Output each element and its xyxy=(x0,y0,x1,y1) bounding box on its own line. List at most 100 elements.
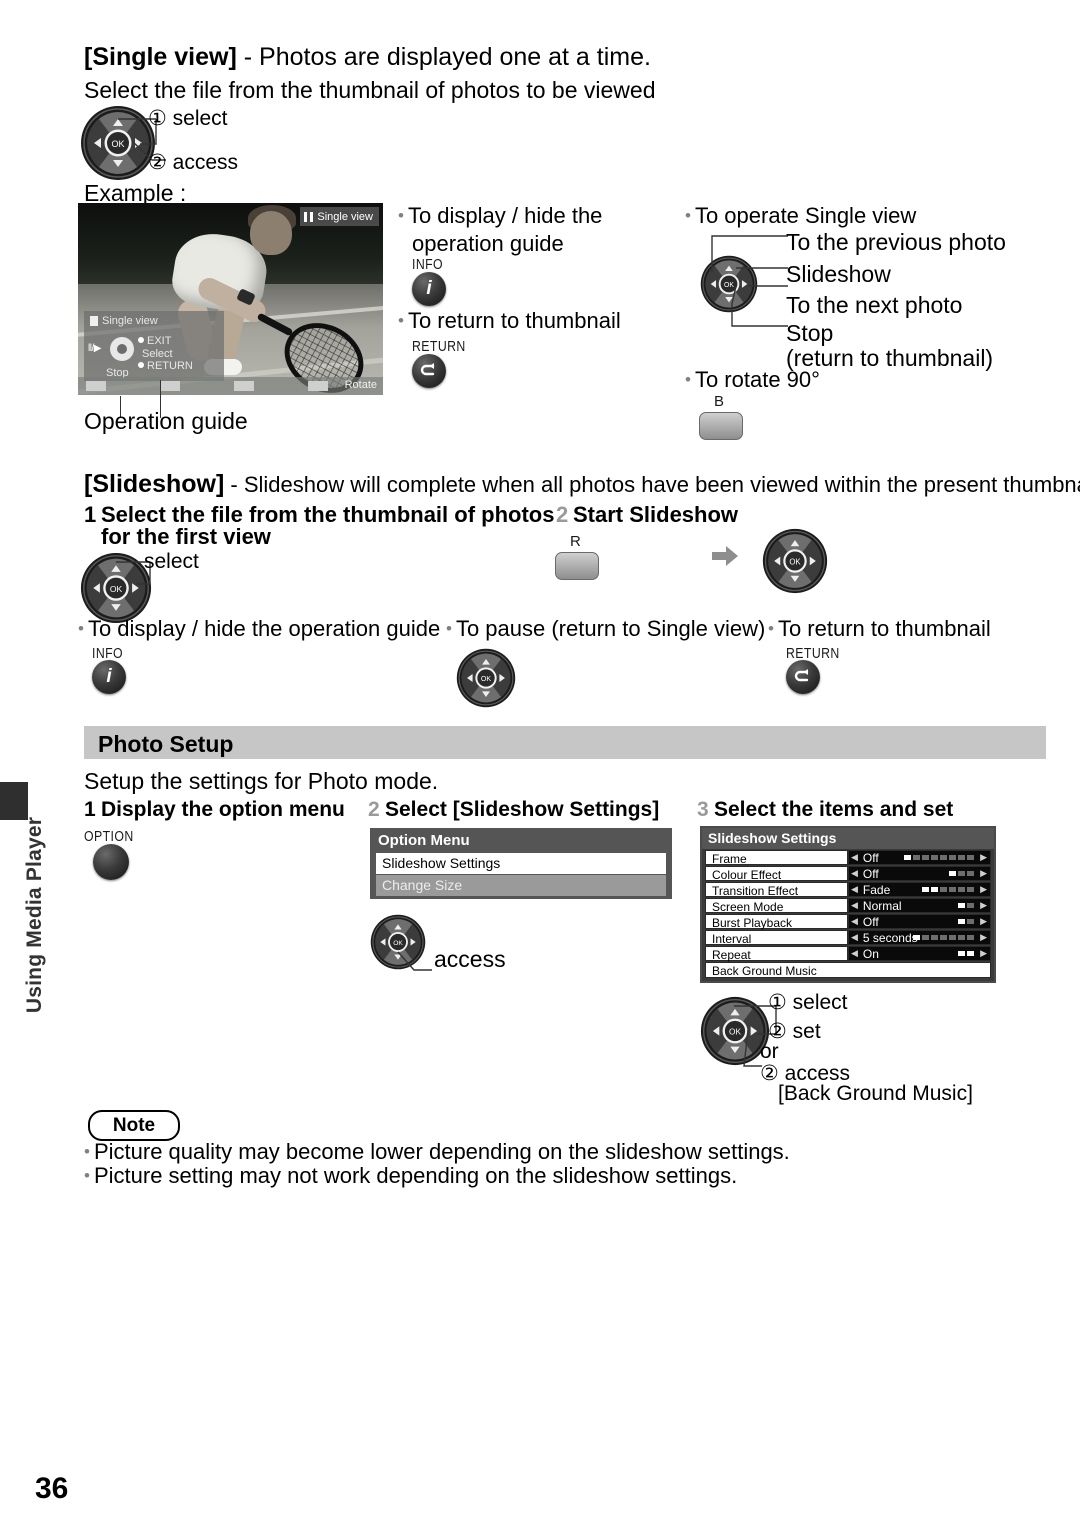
note-item-1-text: Picture quality may become lower dependi… xyxy=(93,1139,790,1164)
slideshow-settings-value-cell[interactable]: ◀ Off ▶ xyxy=(848,866,991,881)
info-button-2[interactable]: i xyxy=(92,660,126,694)
option-menu-title: Option Menu xyxy=(378,832,470,849)
chevron-left-icon[interactable]: ◀ xyxy=(849,884,860,895)
chevron-right-icon[interactable]: ▶ xyxy=(978,947,989,960)
slideshow-settings-label: Colour Effect xyxy=(705,866,848,882)
level-segment xyxy=(967,887,974,892)
chevron-left-icon[interactable]: ◀ xyxy=(849,916,860,927)
slideshow-settings-row[interactable]: Colour Effect ◀ Off ▶ xyxy=(705,866,991,882)
osd-exit-label: EXIT xyxy=(138,335,171,347)
slideshow-settings-value: Off xyxy=(862,850,879,865)
slideshow-settings-value-cell[interactable]: ◀ Off ▶ xyxy=(848,850,991,865)
photo-setup-step3-label: Select the items and set xyxy=(714,798,954,821)
slideshow-settings-row[interactable]: Repeat ◀ On ▶ xyxy=(705,946,991,962)
slideshow-step1-line2: for the first view xyxy=(101,524,271,549)
chevron-left-icon[interactable]: ◀ xyxy=(849,868,860,879)
bullet-slideshow-pause: To pause (return to Single view) xyxy=(446,616,765,642)
osd-guide-title: Single view xyxy=(102,315,158,327)
slideshow-settings-value-cell[interactable]: ◀ 5 seconds ▶ xyxy=(848,930,991,945)
colour-key-3 xyxy=(234,381,254,391)
dpad-start-slideshow[interactable]: OK xyxy=(762,528,828,594)
photo-setup-step1-label: Display the option menu xyxy=(101,798,345,821)
return-button-2[interactable] xyxy=(786,660,820,694)
option-menu-item-change-size[interactable]: Change Size xyxy=(376,875,666,896)
option-button[interactable] xyxy=(93,844,129,880)
chevron-right-icon[interactable]: ▶ xyxy=(978,915,989,928)
info-icon-2: i xyxy=(106,666,112,687)
slideshow-settings-value: Off xyxy=(862,914,879,929)
return-button[interactable] xyxy=(412,354,446,388)
info-icon: i xyxy=(426,278,432,299)
callout-access-1: ② access xyxy=(148,151,239,174)
bullet-operate-single-view-text: To operate Single view xyxy=(694,203,917,228)
level-segment xyxy=(922,935,929,940)
tv-screen-example: Single view Single view ll/▶ EXIT Select… xyxy=(78,203,383,395)
option-button-caption: OPTION xyxy=(84,828,134,845)
slideshow-settings-title: Slideshow Settings xyxy=(702,828,994,849)
info-button[interactable]: i xyxy=(412,272,446,306)
return-button-caption-2: RETURN xyxy=(786,645,840,662)
bullet-rotate-90: To rotate 90° xyxy=(685,367,820,393)
osd-bottom-bar: Rotate xyxy=(78,377,383,395)
callout-select-1: ① select xyxy=(148,107,228,130)
label-previous-photo: To the previous photo xyxy=(786,229,1006,255)
chevron-right-icon[interactable]: ▶ xyxy=(978,899,989,912)
dpad-leader-lines-4 xyxy=(397,951,432,971)
slideshow-step2-number: 2 xyxy=(556,502,569,527)
slideshow-settings-row[interactable]: Transition Effect ◀ Fade ▶ xyxy=(705,882,991,898)
dpad-pause-slideshow[interactable]: OK xyxy=(456,648,516,708)
label-slideshow: Slideshow xyxy=(786,261,891,287)
slideshow-settings-row[interactable]: Burst Playback ◀ Off ▶ xyxy=(705,914,991,930)
chevron-left-icon[interactable]: ◀ xyxy=(849,852,860,863)
chevron-right-icon[interactable]: ▶ xyxy=(978,867,989,880)
page-number: 36 xyxy=(35,1472,69,1505)
level-segment xyxy=(958,935,965,940)
slideshow-settings-row[interactable]: Frame ◀ Off ▶ xyxy=(705,850,991,866)
slideshow-settings-label: Screen Mode xyxy=(705,898,848,914)
photo-file-icon xyxy=(90,316,98,326)
option-menu-item-slideshow-settings[interactable]: Slideshow Settings xyxy=(376,853,666,874)
callout-select-settings: ① select xyxy=(768,991,848,1014)
bullet-display-hide-guide: To display / hide the xyxy=(398,203,602,229)
photo-setup-step2-number: 2 xyxy=(368,798,380,821)
slideshow-settings-value-cell[interactable]: ◀ On ▶ xyxy=(848,946,991,961)
colour-button-b[interactable] xyxy=(699,412,743,440)
level-segment xyxy=(958,887,965,892)
chevron-left-icon[interactable]: ◀ xyxy=(849,900,860,911)
chevron-right-icon[interactable]: ▶ xyxy=(978,851,989,864)
chevron-right-icon[interactable]: ▶ xyxy=(978,883,989,896)
colour-button-r[interactable] xyxy=(555,552,599,580)
slideshow-settings-value-cell[interactable]: ◀ Fade ▶ xyxy=(848,882,991,897)
level-segment xyxy=(931,887,938,892)
slideshow-settings-value-cell[interactable]: ◀ Off ▶ xyxy=(848,914,991,929)
bullet-slideshow-return-text: To return to thumbnail xyxy=(777,616,991,641)
slideshow-settings-level-meter xyxy=(904,855,974,860)
slideshow-settings-row[interactable]: Interval ◀ 5 seconds ▶ xyxy=(705,930,991,946)
bullet-operate-single-view: To operate Single view xyxy=(685,203,916,229)
level-segment xyxy=(931,855,938,860)
chevron-left-icon[interactable]: ◀ xyxy=(849,948,860,959)
svg-text:OK: OK xyxy=(393,940,403,947)
level-segment xyxy=(958,951,965,956)
svg-text:OK: OK xyxy=(481,675,492,683)
slideshow-settings-row-bgm[interactable]: Back Ground Music xyxy=(705,962,991,978)
option-menu-panel: Option Menu Slideshow Settings Change Si… xyxy=(370,828,672,899)
chevron-right-icon[interactable]: ▶ xyxy=(978,931,989,944)
slideshow-settings-value-cell[interactable]: ◀ Normal ▶ xyxy=(848,898,991,913)
osd-status-badge: Single view xyxy=(300,207,379,226)
level-segment xyxy=(940,855,947,860)
bullet-slideshow-pause-text: To pause (return to Single view) xyxy=(455,616,766,641)
photo-setup-step3-number: 3 xyxy=(697,798,709,821)
info-button-caption: INFO xyxy=(412,256,444,273)
note-item-1: Picture quality may become lower dependi… xyxy=(84,1139,790,1165)
photo-setup-step1-number: 1 xyxy=(84,798,96,821)
return-arrow-icon-2 xyxy=(794,669,809,682)
note-item-2-text: Picture setting may not work depending o… xyxy=(93,1163,738,1188)
svg-text:OK: OK xyxy=(789,557,801,566)
slideshow-settings-value: On xyxy=(862,946,879,961)
slideshow-settings-label: Frame xyxy=(705,850,848,866)
slideshow-settings-row[interactable]: Screen Mode ◀ Normal ▶ xyxy=(705,898,991,914)
bullet-return-thumbnail: To return to thumbnail xyxy=(398,308,621,334)
chevron-left-icon[interactable]: ◀ xyxy=(849,932,860,943)
osd-dpad-icon xyxy=(110,337,134,361)
